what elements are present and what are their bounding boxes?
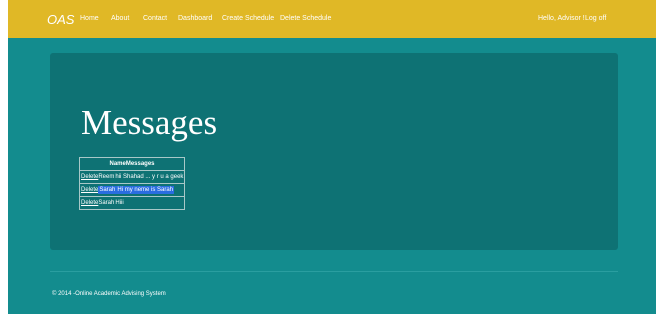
table-row: DeleteSarah Hi my neme is Sarah <box>80 184 184 197</box>
page: OAS Home About Contact Dashboard Create … <box>8 0 656 314</box>
nav-dashboard[interactable]: Dashboard <box>178 15 212 22</box>
delete-link[interactable]: Delete <box>81 187 98 193</box>
nav-create-schedule[interactable]: Create Schedule <box>222 15 274 22</box>
messages-table: NameMessages DeleteReemhii Shahad ... y … <box>79 157 185 210</box>
nav-contact[interactable]: Contact <box>143 15 167 22</box>
delete-link[interactable]: Delete <box>81 200 98 206</box>
footer-text: © 2014 -Online Academic Advising System <box>52 291 166 297</box>
nav-about[interactable]: About <box>111 15 129 22</box>
row-name: Sarah <box>98 200 115 206</box>
page-title: Messages <box>81 103 218 142</box>
navbar: OAS Home About Contact Dashboard Create … <box>8 0 656 38</box>
row-message: Hi my neme is Sarah <box>116 186 175 194</box>
row-message: hii Shahad ... y r u a geek <box>115 174 184 180</box>
greeting-link[interactable]: Hello, Advisor ! <box>538 15 585 22</box>
table-header: NameMessages <box>80 158 184 171</box>
nav-home[interactable]: Home <box>80 15 99 22</box>
row-name: Sarah <box>98 186 117 194</box>
table-row: DeleteSarahHiii <box>80 197 184 209</box>
brand-link[interactable]: OAS <box>47 12 74 27</box>
header-messages: Messages <box>125 161 155 167</box>
table-row: DeleteReemhii Shahad ... y r u a geek <box>80 171 184 184</box>
footer-divider <box>50 271 618 272</box>
row-message: Hiii <box>115 200 124 206</box>
logoff-link[interactable]: Log off <box>585 15 606 22</box>
nav-delete-schedule[interactable]: Delete Schedule <box>280 15 331 22</box>
delete-link[interactable]: Delete <box>81 174 98 180</box>
header-name: Name <box>109 161 126 167</box>
jumbotron: Messages NameMessages DeleteReemhii Shah… <box>50 53 618 250</box>
row-name: Reem <box>98 174 115 180</box>
